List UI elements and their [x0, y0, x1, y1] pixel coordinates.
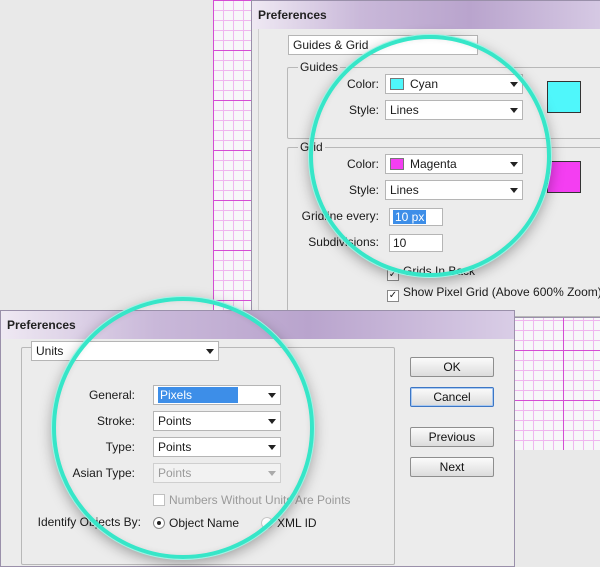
guides-style-dropdown[interactable]: Lines [385, 100, 523, 120]
xml-id-label: XML ID [277, 516, 317, 530]
chevron-down-icon [206, 349, 214, 354]
guides-color-label: Color: [346, 77, 379, 91]
gridline-every-input[interactable]: 10 px [389, 208, 443, 226]
type-units-value: Points [158, 440, 192, 454]
magenta-swatch-icon [390, 158, 404, 170]
section-select-value: Units [36, 344, 64, 358]
stroke-units-dropdown[interactable]: Points [153, 411, 281, 431]
numbers-without-units-label: Numbers Without Units Are Points [169, 493, 351, 507]
chevron-down-icon [268, 471, 276, 476]
general-units-dropdown[interactable]: Pixels [153, 385, 281, 405]
identify-xml-id-radio[interactable]: XML ID [261, 516, 317, 530]
checkmark-icon: ✓ [387, 269, 399, 281]
chevron-down-icon [510, 188, 518, 193]
grids-in-back-label: Grids In Back [403, 264, 476, 278]
grid-style-value: Lines [390, 183, 419, 197]
guides-color-dropdown[interactable]: Cyan [385, 74, 523, 94]
dialog-title: Preferences [1, 311, 514, 339]
grid-color-label: Color: [346, 157, 379, 171]
cyan-swatch-icon [390, 78, 404, 90]
previous-button[interactable]: Previous [410, 427, 494, 447]
gridline-every-value: 10 px [393, 210, 427, 224]
cancel-button[interactable]: Cancel [410, 387, 494, 407]
asian-type-label: Asian Type: [72, 466, 135, 480]
general-units-value: Pixels [158, 387, 239, 403]
general-label: General: [88, 388, 135, 402]
identify-objects-label: Identify Objects By: [37, 515, 141, 529]
grid-color-value: Magenta [410, 157, 457, 171]
guides-style-value: Lines [390, 103, 419, 117]
grid-color-dropdown[interactable]: Magenta [385, 154, 523, 174]
section-select[interactable]: Units [31, 341, 219, 361]
dialog-body: Guides & Grid Guides Color: Cyan Style: … [258, 29, 600, 317]
section-select[interactable]: Guides & Grid [288, 35, 478, 55]
chevron-down-icon [268, 393, 276, 398]
checkbox-icon [153, 494, 165, 506]
grid-style-dropdown[interactable]: Lines [385, 180, 523, 200]
identify-object-name-radio[interactable]: Object Name [153, 516, 239, 530]
numbers-without-units-checkbox[interactable]: Numbers Without Units Are Points [153, 493, 350, 507]
radio-unselected-icon [261, 517, 273, 529]
chevron-down-icon [510, 162, 518, 167]
chevron-down-icon [268, 445, 276, 450]
type-units-dropdown[interactable]: Points [153, 437, 281, 457]
subdivisions-value: 10 [393, 236, 407, 250]
subdivisions-input[interactable]: 10 [389, 234, 443, 252]
show-pixel-grid-checkbox[interactable]: ✓ Show Pixel Grid (Above 600% Zoom) [387, 285, 600, 302]
show-pixel-grid-label: Show Pixel Grid (Above 600% Zoom) [403, 285, 600, 299]
chevron-down-icon [510, 82, 518, 87]
chevron-down-icon [268, 419, 276, 424]
guides-color-swatch[interactable] [547, 81, 581, 113]
ok-button[interactable]: OK [410, 357, 494, 377]
subdivisions-label: Subdivisions: [308, 235, 379, 249]
preferences-dialog-guides-grid: Preferences Guides & Grid Guides Color: … [251, 0, 600, 318]
type-label: Type: [105, 440, 135, 454]
grid-style-label: Style: [348, 183, 379, 197]
preferences-dialog-units: Preferences Units General: Pixels Stroke… [0, 310, 515, 567]
grids-in-back-checkbox[interactable]: ✓ Grids In Back [387, 264, 475, 281]
dialog-body: Units General: Pixels Stroke: Points Typ… [15, 339, 514, 566]
guides-style-label: Style: [348, 103, 379, 117]
next-button[interactable]: Next [410, 457, 494, 477]
asian-type-units-value: Points [158, 466, 192, 480]
stroke-label: Stroke: [96, 414, 135, 428]
asian-type-units-dropdown[interactable]: Points [153, 463, 281, 483]
section-select-value: Guides & Grid [293, 38, 369, 52]
dialog-title: Preferences [252, 1, 600, 29]
gridline-every-label: Gridline every: [301, 209, 379, 223]
chevron-down-icon [510, 108, 518, 113]
grid-group-label: Grid [298, 140, 325, 154]
guides-color-value: Cyan [410, 77, 439, 91]
guides-group-label: Guides [298, 60, 341, 74]
stroke-units-value: Points [158, 414, 192, 428]
grid-color-swatch[interactable] [547, 161, 581, 193]
checkmark-icon: ✓ [387, 290, 399, 302]
object-name-label: Object Name [169, 516, 240, 530]
radio-selected-icon [153, 517, 165, 529]
